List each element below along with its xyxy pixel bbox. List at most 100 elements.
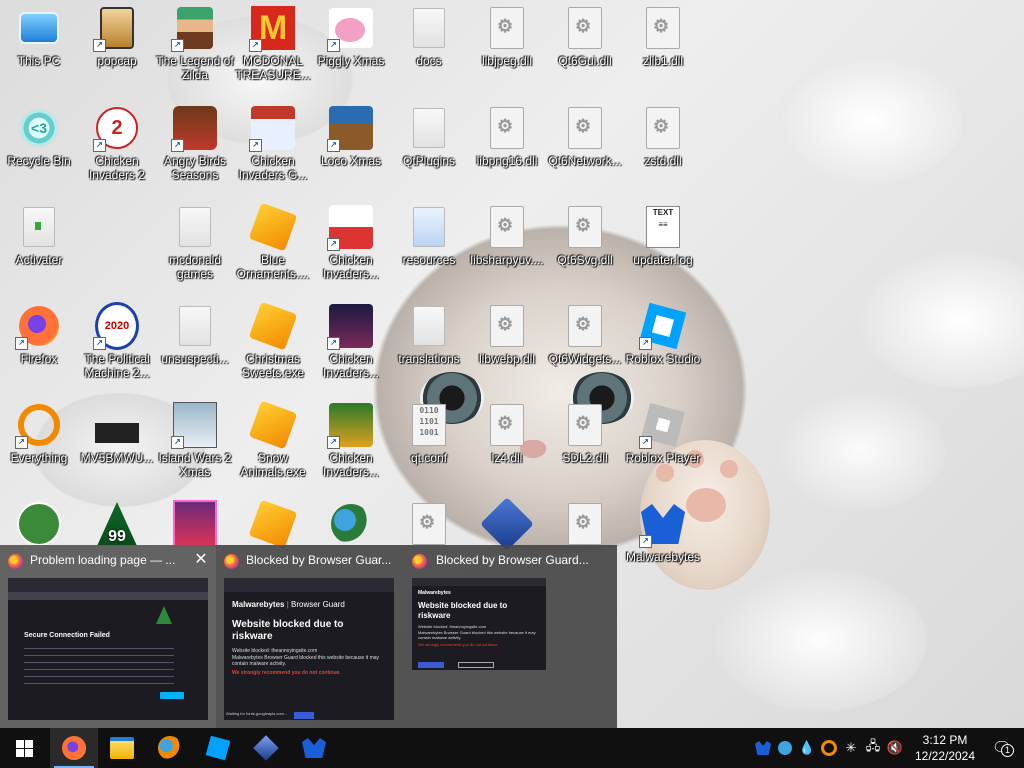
desktop-icon-island-wars-2-xmas[interactable]: ↗ Island Wars 2 Xmas: [156, 397, 234, 493]
droplet-tray-icon[interactable]: 💧: [796, 737, 818, 759]
desktop-icon-legend-of-zilda[interactable]: ↗ The Legend of Zilda: [156, 0, 234, 96]
icon-label: Qt6Svg.dll: [557, 253, 613, 267]
desktop-icon-activater[interactable]: Activater: [0, 199, 78, 295]
desktop-icon-chicken-invaders-3[interactable]: ↗ Chicken Invaders...: [312, 199, 390, 295]
desktop-icon-translations[interactable]: translations: [390, 298, 468, 394]
continue-button[interactable]: [294, 712, 314, 719]
icon-label: Qt6Widgets...: [548, 352, 622, 366]
back-button[interactable]: [418, 662, 444, 668]
island-wars-icon: ↗: [171, 402, 217, 449]
desktop-icon-this-pc[interactable]: This PC: [0, 0, 78, 96]
roblox-studio-icon: [205, 735, 231, 761]
clock-time: 3:12 PM: [922, 733, 968, 747]
thumbnail-problem-loading-page[interactable]: Problem loading page — ... ✕ Secure Conn…: [0, 545, 216, 728]
icon-label: libjpeg.dll: [481, 54, 533, 68]
desktop-icon-piggly-xmas[interactable]: ↗ Piggly Xmas: [312, 0, 390, 96]
shortcut-arrow-icon: ↗: [327, 39, 340, 52]
notification-center-button[interactable]: 🗨 1: [980, 737, 1024, 759]
desktop-icon-lz4[interactable]: lz4.dll: [468, 397, 546, 493]
thumbnail-blocked-by-browser-guard-2[interactable]: Blocked by Browser Guard... Malwarebytes…: [400, 545, 617, 728]
try-again-button[interactable]: [160, 692, 184, 699]
malwarebytes-tray-icon[interactable]: [752, 737, 774, 759]
desktop-icon-chicken-invaders-2[interactable]: 2 ↗ Chicken Invaders 2: [78, 100, 156, 196]
desktop-icon-qt-conf[interactable]: 0110 1101 1001 qt.conf: [390, 397, 468, 493]
desktop-icon-qt6svg[interactable]: Qt6Svg.dll: [546, 199, 624, 295]
icon-label: updater.log: [633, 253, 693, 267]
taskbar-app[interactable]: [242, 728, 290, 768]
desktop-icon-snow-animals[interactable]: Snow Animals.exe: [234, 397, 312, 493]
chicken-icon: ↗: [327, 205, 373, 251]
desktop-icon-roblox-studio[interactable]: ↗ Roblox Studio: [624, 298, 702, 394]
desktop-icon-mv5bmwu[interactable]: MV5BMWU...: [78, 397, 156, 493]
icon-label: Recycle Bin: [7, 154, 71, 168]
desktop-icon-resources[interactable]: resources: [390, 199, 468, 295]
taskbar-file-explorer[interactable]: [98, 728, 146, 768]
windows-logo-icon: [15, 739, 33, 757]
people-tray-icon[interactable]: [774, 737, 796, 759]
desktop-icon-roblox-player[interactable]: ↗ Roblox Player: [624, 397, 702, 493]
browser-guard-label: Browser Guard: [291, 600, 345, 609]
icon-label: Malwarebytes: [625, 550, 701, 564]
dll-file-icon: [563, 502, 607, 546]
continue-button[interactable]: [458, 662, 494, 668]
desktop-icon-qtplugins[interactable]: QtPlugins: [390, 100, 468, 196]
desktop-icon-everything[interactable]: ↗ Everything: [0, 397, 78, 493]
desktop-icon-malwarebytes[interactable]: ↗ Malwarebytes: [624, 496, 702, 592]
desktop-icon-political-machine[interactable]: 2020 ↗ The Political Machine 2...: [78, 298, 156, 394]
binary-file-icon: 0110 1101 1001: [407, 403, 451, 447]
icon-label: Snow Animals.exe: [240, 451, 306, 479]
desktop-icon-zstd[interactable]: zstd.dll: [624, 100, 702, 196]
everything-tray-icon[interactable]: [818, 737, 840, 759]
start-button[interactable]: [0, 728, 48, 768]
shortcut-arrow-icon: ↗: [327, 337, 340, 350]
close-icon[interactable]: ✕: [192, 551, 210, 569]
desktop-icon-chicken-invaders-4[interactable]: ↗ Chicken Invaders...: [312, 298, 390, 394]
desktop-icon-firefox[interactable]: ↗ Firefox: [0, 298, 78, 394]
desktop-icon-angry-birds-seasons[interactable]: ↗ Angry Birds Seasons: [156, 100, 234, 196]
taskbar-people-app[interactable]: [146, 728, 194, 768]
desktop-icon-sdl2[interactable]: SDL2.dll: [546, 397, 624, 493]
taskbar-firefox[interactable]: [50, 728, 98, 768]
network-icon[interactable]: 🖧: [862, 737, 884, 759]
taskbar-roblox-studio[interactable]: [194, 728, 242, 768]
thumbnail-title: Problem loading page — ...: [30, 553, 176, 567]
desktop-icon-docs[interactable]: docs: [390, 0, 468, 96]
snowflake-tray-icon[interactable]: ✳: [840, 737, 862, 759]
desktop-icon-libwebp[interactable]: libwebp.dll: [468, 298, 546, 394]
taskbar-malwarebytes[interactable]: [290, 728, 338, 768]
desktop-icon-unsuspecting[interactable]: unsuspecti...: [156, 298, 234, 394]
desktop-icon-libjpeg[interactable]: libjpeg.dll: [468, 0, 546, 96]
desktop-icon-qt6widgets[interactable]: Qt6Widgets...: [546, 298, 624, 394]
desktop-icon-mcdonald-games[interactable]: mcdonald games: [156, 199, 234, 295]
desktop-icon-mcdonald-treasure[interactable]: M ↗ MCDONAL TREASURE...: [234, 0, 312, 96]
desktop-icon-qt6gui[interactable]: Qt6Gui.dll: [546, 0, 624, 96]
icon-label: Chicken Invaders...: [322, 451, 380, 479]
desktop-icon-loco-xmas[interactable]: ↗ Loco Xmas: [312, 100, 390, 196]
icon-label: Chicken Invaders G...: [238, 154, 308, 182]
christmas-tree-icon: [156, 606, 172, 624]
dll-file-icon: [641, 6, 685, 50]
shortcut-arrow-icon: ↗: [639, 337, 652, 350]
taskbar-clock[interactable]: 3:12 PM 12/22/2024: [910, 732, 980, 764]
folder-icon: [407, 304, 451, 348]
icon-label: Firefox: [20, 352, 58, 366]
desktop-icon-chicken-invaders-g[interactable]: ↗ Chicken Invaders G...: [234, 100, 312, 196]
icon-label: popcap: [97, 54, 137, 68]
desktop-icon-christmas-sweets[interactable]: Christmas Sweets.exe: [234, 298, 312, 394]
game-character-icon: [17, 502, 61, 546]
icon-label: unsuspecti...: [161, 352, 229, 366]
desktop-icon-updater-log[interactable]: TEXT ≡≡ updater.log: [624, 199, 702, 295]
desktop-icon-blue-ornaments[interactable]: Blue Ornaments....: [234, 199, 312, 295]
desktop-icon-chicken-invaders-5[interactable]: ↗ Chicken Invaders...: [312, 397, 390, 493]
desktop-icon-zlib1[interactable]: zlib1.dll: [624, 0, 702, 96]
desktop-icon-recycle-bin[interactable]: <3 Recycle Bin: [0, 100, 78, 196]
installer-icon: [248, 301, 298, 351]
desktop-icon-popcap[interactable]: ↗ popcap: [78, 0, 156, 96]
desktop-icon-libpng16[interactable]: libpng16.dll: [468, 100, 546, 196]
firefox-icon: ↗: [15, 304, 61, 350]
volume-muted-icon[interactable]: 🔇: [884, 737, 906, 759]
thumbnail-blocked-by-browser-guard-1[interactable]: Blocked by Browser Guar... Malwarebytes …: [216, 545, 400, 728]
desktop-icon-libsharpyuv[interactable]: libsharpyuv....: [468, 199, 546, 295]
desktop-icon-qt6network[interactable]: Qt6Network...: [546, 100, 624, 196]
error-heading: Secure Connection Failed: [24, 632, 110, 639]
